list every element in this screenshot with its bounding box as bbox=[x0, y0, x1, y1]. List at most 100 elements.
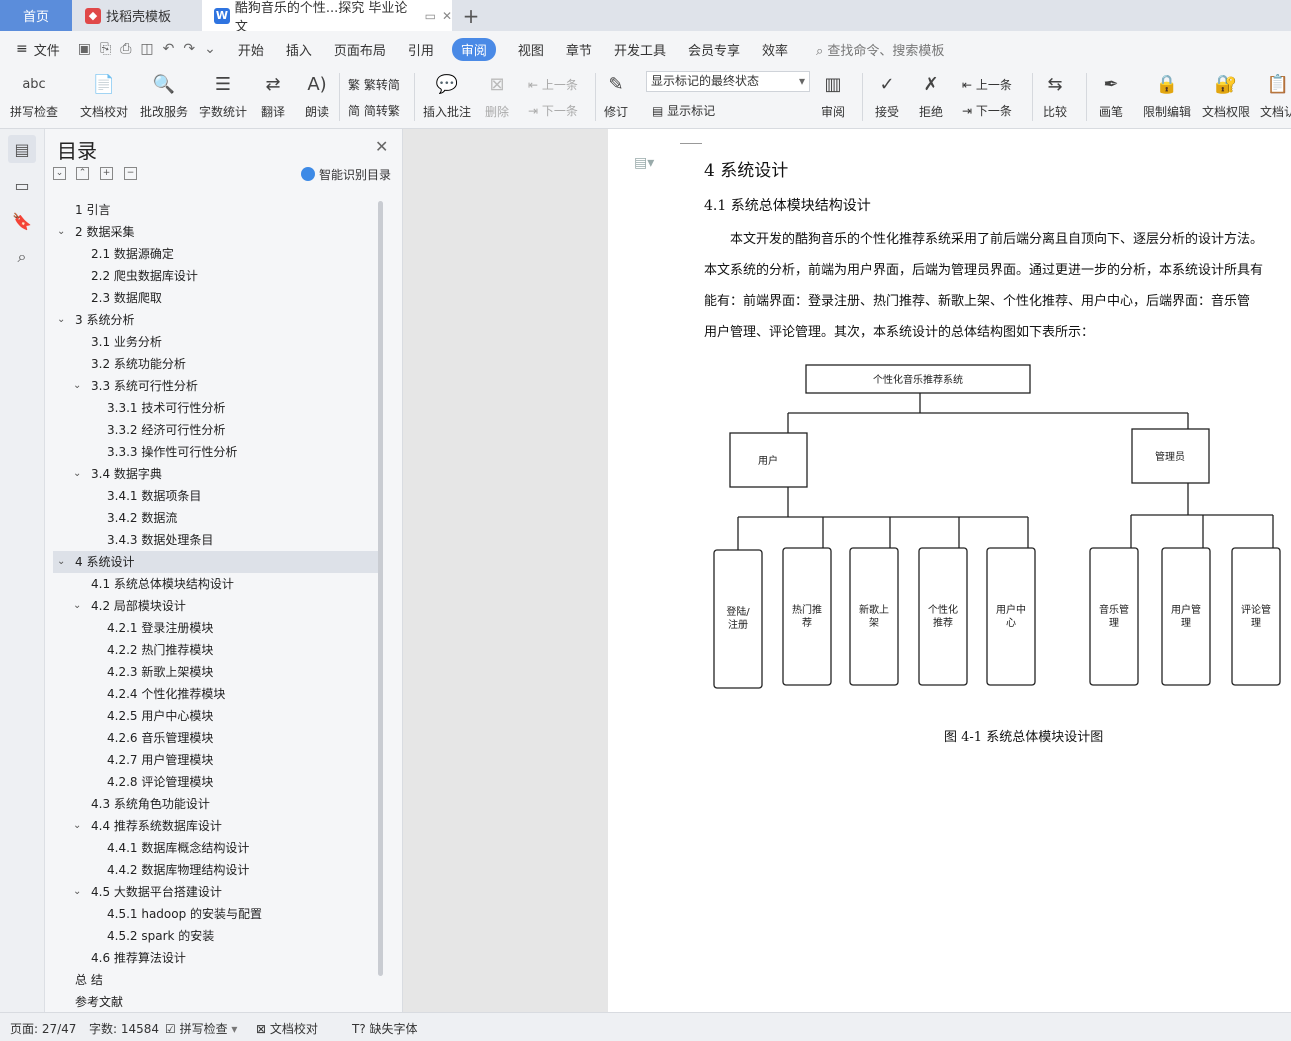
toc-item[interactable]: 3.3.2 经济可行性分析 bbox=[53, 419, 379, 441]
toc-item[interactable]: 3.2 系统功能分析 bbox=[53, 353, 379, 375]
hamburger-icon[interactable]: ≡ bbox=[16, 41, 28, 57]
paragraph-menu-icon[interactable]: ▤▾ bbox=[634, 155, 654, 171]
tab-templates[interactable]: ◆ 找稻壳模板 bbox=[73, 0, 201, 31]
toc-item[interactable]: 4.6 推荐算法设计 bbox=[53, 947, 379, 969]
restrict-edit-button[interactable]: 🔒 限制编辑 bbox=[1143, 69, 1191, 120]
toc-item[interactable]: 4.4.1 数据库概念结构设计 bbox=[53, 837, 379, 859]
chevron-down-icon[interactable]: ⌄ bbox=[57, 551, 65, 573]
toc-item[interactable]: 1 引言 bbox=[53, 199, 379, 221]
close-icon[interactable]: ✕ bbox=[375, 137, 388, 156]
menu-file[interactable]: 文件 bbox=[34, 40, 60, 59]
wordcount-button[interactable]: ☰ 字数统计 bbox=[199, 69, 247, 120]
accept-button[interactable]: ✓ 接受 bbox=[872, 69, 902, 120]
toc-item[interactable]: 3.1 业务分析 bbox=[53, 331, 379, 353]
ink-button[interactable]: ✒ 画笔 bbox=[1096, 69, 1126, 120]
find-icon[interactable]: ⌕ bbox=[8, 243, 36, 271]
chevron-down-icon[interactable]: ⌄ bbox=[57, 221, 65, 243]
toc-item[interactable]: 3.3.1 技术可行性分析 bbox=[53, 397, 379, 419]
add-heading-icon[interactable]: + bbox=[100, 167, 113, 180]
reject-button[interactable]: ✗ 拒绝 bbox=[916, 69, 946, 120]
chevron-down-icon[interactable]: ⌄ bbox=[73, 595, 81, 617]
translate-button[interactable]: ⇄ 翻译 bbox=[258, 69, 288, 120]
tab-home[interactable]: 首页 bbox=[0, 0, 72, 31]
page-indicator[interactable]: 页面: 27/47 bbox=[10, 1020, 76, 1037]
new-tab-button[interactable]: + bbox=[458, 0, 484, 31]
bookmark-icon[interactable]: 🔖 bbox=[8, 207, 36, 235]
toc-item[interactable]: 2.3 数据爬取 bbox=[53, 287, 379, 309]
toc-item[interactable]: 4.5.2 spark 的安装 bbox=[53, 925, 379, 947]
toc-item[interactable]: ⌄ 3 系统分析 bbox=[53, 309, 379, 331]
preview-icon[interactable]: ◫ bbox=[140, 41, 153, 57]
menu-view[interactable]: 视图 bbox=[518, 40, 544, 59]
to-simplified-button[interactable]: 简 简转繁 bbox=[348, 102, 400, 119]
markup-state-select[interactable]: 显示标记的最终状态 ▾ bbox=[646, 71, 810, 92]
toc-item[interactable]: 4.2.2 热门推荐模块 bbox=[53, 639, 379, 661]
toc-item[interactable]: ⌄ 3.4 数据字典 bbox=[53, 463, 379, 485]
spellcheck-button[interactable]: abc 拼写检查 bbox=[10, 69, 58, 120]
review-pane-button[interactable]: ▥ 审阅 bbox=[818, 69, 848, 120]
toc-item[interactable]: 2.1 数据源确定 bbox=[53, 243, 379, 265]
screen-icon[interactable]: ▭ bbox=[425, 9, 436, 23]
toc-item[interactable]: 4.5.1 hadoop 的安装与配置 bbox=[53, 903, 379, 925]
toc-item[interactable]: 4.4.2 数据库物理结构设计 bbox=[53, 859, 379, 881]
redo-icon[interactable]: ↷ bbox=[183, 41, 195, 57]
toc-item[interactable]: 2.2 爬虫数据库设计 bbox=[53, 265, 379, 287]
menu-references[interactable]: 引用 bbox=[408, 40, 434, 59]
chevron-down-icon[interactable]: ⌄ bbox=[57, 309, 65, 331]
prev-change-button[interactable]: ⇤ 上一条 bbox=[962, 76, 1012, 93]
toc-item[interactable]: ⌄ 2 数据采集 bbox=[53, 221, 379, 243]
toc-item[interactable]: 4.2.5 用户中心模块 bbox=[53, 705, 379, 727]
undo-icon[interactable]: ↶ bbox=[163, 41, 175, 57]
to-traditional-button[interactable]: 繁 繁转简 bbox=[348, 76, 400, 93]
menu-chapter[interactable]: 章节 bbox=[566, 40, 592, 59]
menu-member[interactable]: 会员专享 bbox=[688, 40, 740, 59]
revise-button[interactable]: ✎ 修订 bbox=[601, 69, 631, 120]
command-search[interactable]: ⌕ 查找命令、搜索模板 bbox=[816, 40, 944, 59]
toc-item[interactable]: 4.3 系统角色功能设计 bbox=[53, 793, 379, 815]
export-icon[interactable]: ⎘ bbox=[100, 41, 111, 57]
collapse-all-icon[interactable]: ⌄ bbox=[53, 167, 66, 180]
toc-scrollbar[interactable] bbox=[378, 201, 383, 976]
proofread-button[interactable]: 📄 文档校对 bbox=[80, 69, 128, 120]
show-markup-button[interactable]: ▤ 显示标记 bbox=[652, 102, 715, 119]
more-quick-icon[interactable]: ⌄ bbox=[204, 41, 216, 57]
toc-item[interactable]: 3.3.3 操作性可行性分析 bbox=[53, 441, 379, 463]
toc-item[interactable]: 3.4.1 数据项条目 bbox=[53, 485, 379, 507]
toc-item[interactable]: 4.2.1 登录注册模块 bbox=[53, 617, 379, 639]
save-icon[interactable]: ▣ bbox=[78, 41, 91, 57]
toc-item[interactable]: 4.2.3 新歌上架模块 bbox=[53, 661, 379, 683]
expand-up-icon[interactable]: ⌃ bbox=[76, 167, 89, 180]
menu-insert[interactable]: 插入 bbox=[286, 40, 312, 59]
next-comment-button[interactable]: ⇥ 下一条 bbox=[528, 102, 578, 119]
toc-item[interactable]: 4.2.7 用户管理模块 bbox=[53, 749, 379, 771]
print-icon[interactable]: ⎙ bbox=[120, 41, 131, 57]
toc-item[interactable]: ⌄ 4 系统设计 bbox=[53, 551, 379, 573]
toc-item[interactable]: ⌄ 4.4 推荐系统数据库设计 bbox=[53, 815, 379, 837]
toc-pane-icon[interactable]: ▤ bbox=[8, 135, 36, 163]
toc-item[interactable]: ⌄ 4.2 局部模块设计 bbox=[53, 595, 379, 617]
tab-document[interactable]: W 酷狗音乐的个性...探究 毕业论文 ▭ ✕ bbox=[202, 0, 452, 35]
menu-page-layout[interactable]: 页面布局 bbox=[334, 40, 386, 59]
next-change-button[interactable]: ⇥ 下一条 bbox=[962, 102, 1012, 119]
remove-heading-icon[interactable]: − bbox=[124, 167, 137, 180]
menu-efficiency[interactable]: 效率 bbox=[762, 40, 788, 59]
chevron-down-icon[interactable]: ⌄ bbox=[73, 881, 81, 903]
prev-comment-button[interactable]: ⇤ 上一条 bbox=[528, 76, 578, 93]
toc-item[interactable]: 4.2.8 评论管理模块 bbox=[53, 771, 379, 793]
smart-toc-button[interactable]: 智能识别目录 bbox=[301, 166, 391, 183]
doc-cert-button[interactable]: 📋 文档认 bbox=[1260, 69, 1291, 120]
menu-developer[interactable]: 开发工具 bbox=[614, 40, 666, 59]
word-count[interactable]: 字数: 14584 bbox=[89, 1020, 159, 1037]
toc-item[interactable]: ⌄ 4.5 大数据平台搭建设计 bbox=[53, 881, 379, 903]
menu-start[interactable]: 开始 bbox=[238, 40, 264, 59]
chapter-nav-icon[interactable]: ▭ bbox=[8, 171, 36, 199]
status-proofread[interactable]: ⊠ 文档校对 bbox=[256, 1020, 318, 1037]
toc-item[interactable]: 3.4.2 数据流 bbox=[53, 507, 379, 529]
delete-comment-button[interactable]: ⊠ 删除 bbox=[482, 69, 512, 120]
status-missing-font[interactable]: T? 缺失字体 bbox=[352, 1020, 418, 1037]
toc-item[interactable]: 总 结 bbox=[53, 969, 379, 991]
insert-comment-button[interactable]: 💬 插入批注 bbox=[423, 69, 471, 120]
toc-item[interactable]: 参考文献 bbox=[53, 991, 379, 1012]
chevron-down-icon[interactable]: ⌄ bbox=[73, 815, 81, 837]
close-tab-icon[interactable]: ✕ bbox=[442, 9, 452, 23]
